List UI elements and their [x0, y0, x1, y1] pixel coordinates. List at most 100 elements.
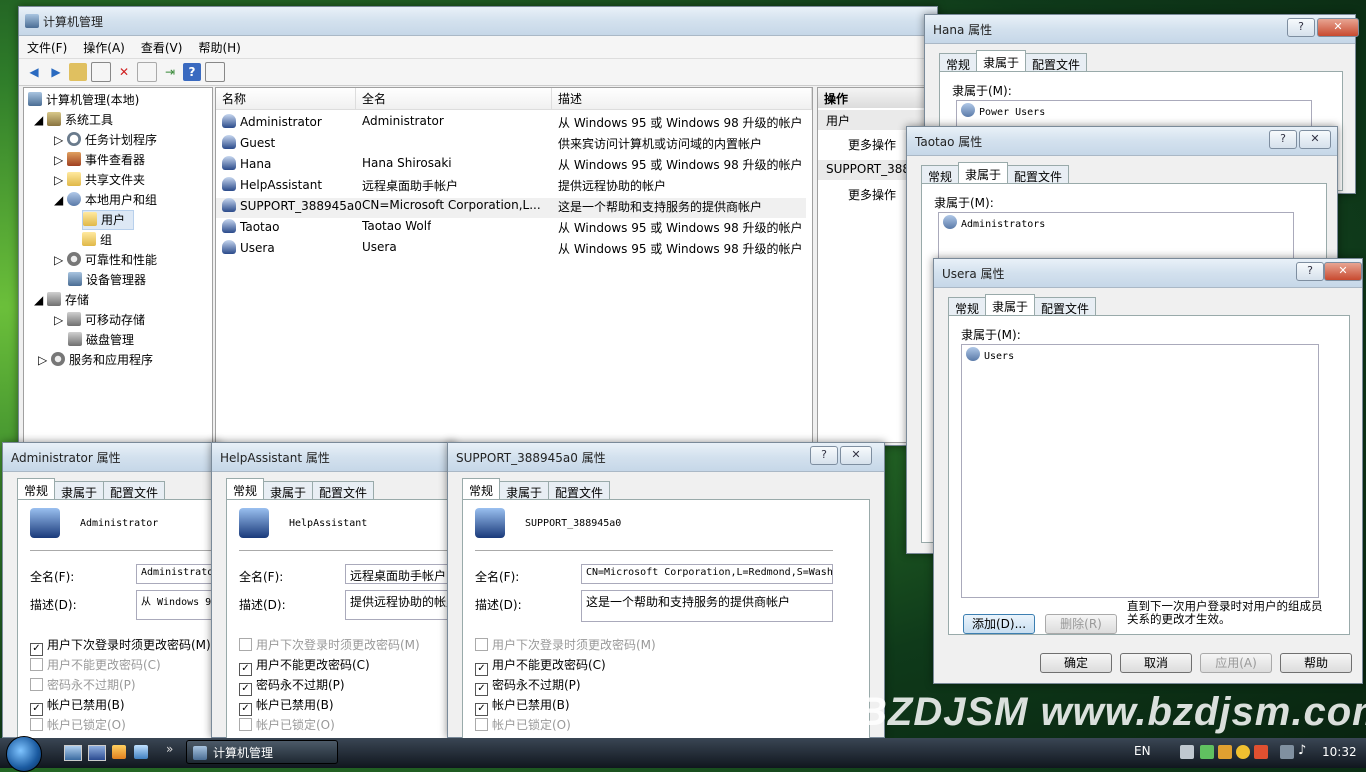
checkbox[interactable]: ✓	[475, 683, 488, 696]
switch-windows-icon[interactable]	[88, 745, 106, 761]
tree-item-event-viewer[interactable]: ▷ 事件查看器	[54, 150, 145, 170]
media-player-icon[interactable]	[112, 745, 126, 759]
table-row[interactable]: Taotao Taotao Wolf 从 Windows 95 或 Window…	[216, 219, 812, 239]
tree-item-removable-storage[interactable]: ▷ 可移动存储	[54, 310, 145, 330]
admin-titlebar[interactable]: Administrator 属性	[3, 443, 219, 472]
tray-volume-icon[interactable]: ♪	[1298, 743, 1306, 758]
start-button-icon[interactable]	[6, 736, 42, 772]
description-field[interactable]: 提供远程协助的帐户	[345, 590, 457, 620]
tree-item-task-scheduler[interactable]: ▷ 任务计划程序	[54, 130, 157, 150]
table-row[interactable]: Guest 供来宾访问计算机或访问域的内置帐户	[216, 135, 812, 155]
checkbox[interactable]	[30, 718, 43, 731]
menu-file[interactable]: 文件(F)	[19, 36, 75, 58]
fullname-field[interactable]: CN=Microsoft Corporation,L=Redmond,S=Was…	[581, 564, 833, 584]
add-button[interactable]: 添加(D)...	[963, 614, 1035, 634]
close-icon[interactable]: ✕	[1324, 262, 1362, 281]
tree-item-computer-management[interactable]: 计算机管理(本地)	[28, 90, 139, 110]
checkbox-disabled[interactable]: ✓ 帐户已禁用(B)	[239, 696, 334, 716]
show-desktop-icon[interactable]	[64, 745, 82, 761]
table-row[interactable]: Administrator Administrator 从 Windows 95…	[216, 114, 812, 134]
checkbox[interactable]	[30, 658, 43, 671]
table-row[interactable]: Usera Usera 从 Windows 95 或 Windows 98 升级…	[216, 240, 812, 260]
usera-titlebar[interactable]: Usera 属性 ? ✕	[934, 259, 1362, 288]
tree-item-device-manager[interactable]: 设备管理器	[68, 270, 146, 290]
checkbox-cannot-change[interactable]: ✓ 用户不能更改密码(C)	[475, 656, 606, 676]
close-icon[interactable]: ✕	[840, 446, 872, 465]
tree-item-groups[interactable]: 组	[82, 230, 112, 250]
checkbox[interactable]: ✓	[475, 663, 488, 676]
menu-help[interactable]: 帮助(H)	[190, 36, 248, 58]
tree-item-users[interactable]: 用户	[82, 210, 135, 230]
menu-action[interactable]: 操作(A)	[75, 36, 133, 58]
checkbox[interactable]: ✓	[30, 703, 43, 716]
checkbox-never-expires[interactable]: 密码永不过期(P)	[30, 676, 136, 693]
checkbox[interactable]	[239, 718, 252, 731]
delete-icon[interactable]: ✕	[115, 63, 133, 81]
help-button[interactable]: ?	[1287, 18, 1315, 37]
checkbox[interactable]	[475, 718, 488, 731]
checkbox-must-change[interactable]: 用户下次登录时须更改密码(M)	[239, 636, 420, 653]
checkbox[interactable]: ✓	[30, 643, 43, 656]
checkbox-must-change[interactable]: ✓ 用户下次登录时须更改密码(M)	[30, 636, 211, 656]
help-button[interactable]: ?	[810, 446, 838, 465]
description-field[interactable]: 这是一个帮助和支持服务的提供商帐户	[581, 590, 833, 622]
checkbox-locked[interactable]: 帐户已锁定(O)	[239, 716, 335, 733]
column-fullname-header[interactable]: 全名	[356, 88, 552, 110]
more-actions-link[interactable]: 更多操作	[848, 136, 896, 153]
language-indicator[interactable]: EN	[1134, 744, 1151, 758]
tree-item-system-tools[interactable]: ◢ 系统工具	[34, 110, 113, 130]
tree-item-local-users-groups[interactable]: ◢ 本地用户和组	[54, 190, 157, 210]
back-arrow-icon[interactable]: ◀	[25, 63, 43, 81]
tray-security-icon[interactable]	[1254, 745, 1268, 759]
checkbox[interactable]	[239, 638, 252, 651]
help-button[interactable]: ?	[1296, 262, 1324, 281]
checkbox-locked[interactable]: 帐户已锁定(O)	[30, 716, 126, 733]
tray-check-icon[interactable]	[1200, 745, 1214, 759]
show-action-pane-icon[interactable]	[205, 62, 225, 82]
forward-arrow-icon[interactable]: ▶	[47, 63, 65, 81]
tree-item-services[interactable]: ▷ 服务和应用程序	[38, 350, 153, 370]
table-row[interactable]: HelpAssistant 远程桌面助手帐户 提供远程协助的帐户	[216, 177, 812, 197]
checkbox-disabled[interactable]: ✓ 帐户已禁用(B)	[30, 696, 125, 716]
export-icon[interactable]: ⇥	[161, 63, 179, 81]
tray-network-icon[interactable]	[1280, 745, 1294, 759]
checkbox-never-expires[interactable]: ✓ 密码永不过期(P)	[475, 676, 581, 696]
network-app-icon[interactable]	[134, 745, 148, 759]
tree-item-disk-management[interactable]: 磁盘管理	[68, 330, 134, 350]
help-button[interactable]: ?	[1269, 130, 1297, 149]
remove-button[interactable]: 删除(R)	[1045, 614, 1117, 634]
help-icon[interactable]: ?	[183, 63, 201, 81]
checkbox-cannot-change[interactable]: ✓ 用户不能更改密码(C)	[239, 656, 370, 676]
hana-titlebar[interactable]: Hana 属性 ? ✕	[925, 15, 1359, 44]
main-titlebar[interactable]: 计算机管理	[19, 7, 937, 36]
help-dialog-button[interactable]: 帮助	[1280, 653, 1352, 673]
table-row[interactable]: SUPPORT_388945a0 CN=Microsoft Corporatio…	[216, 198, 806, 218]
properties-icon[interactable]	[137, 62, 157, 82]
checkbox[interactable]	[30, 678, 43, 691]
ok-button[interactable]: 确定	[1040, 653, 1112, 673]
cancel-button[interactable]: 取消	[1120, 653, 1192, 673]
table-row[interactable]: Hana Hana Shirosaki 从 Windows 95 或 Windo…	[216, 156, 812, 176]
checkbox[interactable]: ✓	[239, 683, 252, 696]
taskbar-item-computer-management[interactable]: 计算机管理	[186, 740, 338, 764]
checkbox[interactable]: ✓	[239, 663, 252, 676]
tray-search-icon[interactable]	[1236, 745, 1250, 759]
clock[interactable]: 10:32	[1322, 745, 1357, 759]
more-actions-link-2[interactable]: 更多操作	[848, 186, 896, 203]
show-hide-tree-icon[interactable]	[91, 62, 111, 82]
close-icon[interactable]: ✕	[1299, 130, 1331, 149]
tray-keyboard-icon[interactable]	[1180, 745, 1194, 759]
tree-item-shared-folders[interactable]: ▷ 共享文件夹	[54, 170, 145, 190]
group-list[interactable]: Users	[961, 344, 1319, 598]
support-titlebar[interactable]: SUPPORT_388945a0 属性 ? ✕	[448, 443, 884, 472]
menu-view[interactable]: 查看(V)	[133, 36, 191, 58]
apply-button[interactable]: 应用(A)	[1200, 653, 1272, 673]
checkbox[interactable]: ✓	[475, 703, 488, 716]
taotao-titlebar[interactable]: Taotao 属性 ? ✕	[907, 127, 1337, 156]
tray-app-icon[interactable]	[1218, 745, 1232, 759]
column-description-header[interactable]: 描述	[552, 88, 812, 110]
column-name-header[interactable]: 名称	[216, 88, 356, 110]
tree-item-storage[interactable]: ◢ 存储	[34, 290, 89, 310]
checkbox-never-expires[interactable]: ✓ 密码永不过期(P)	[239, 676, 345, 696]
fullname-field[interactable]: 远程桌面助手帐户	[345, 564, 457, 584]
